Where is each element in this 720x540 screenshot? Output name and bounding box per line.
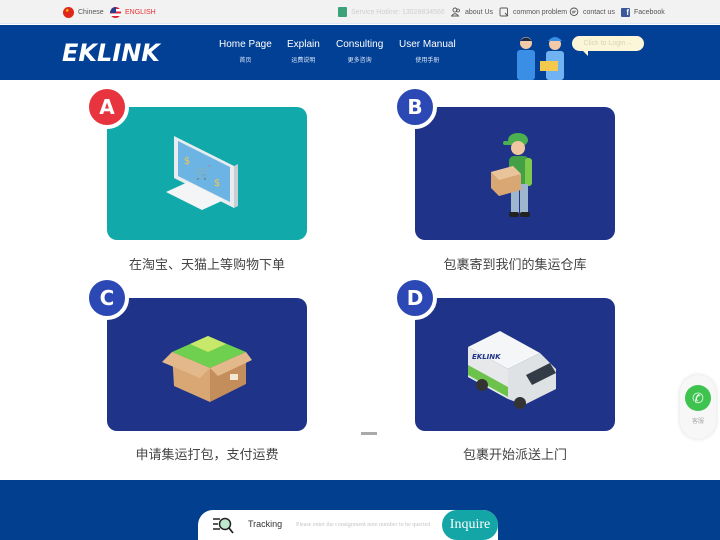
- us-flag-icon: [110, 6, 121, 18]
- header: EKLINK Home Page 首页 Explain 运费说明 Consult…: [0, 25, 720, 80]
- step-d-caption: 包裹开始派送上门: [462, 447, 567, 462]
- contact-us-label: contact us: [583, 8, 615, 16]
- nav-home-page-label: Home Page: [219, 39, 272, 50]
- facebook-label: Facebook: [634, 8, 665, 16]
- language-english[interactable]: ENGLISH: [110, 6, 156, 18]
- nav-consulting-sublabel: 更多咨询: [347, 58, 372, 64]
- facebook-link[interactable]: f Facebook: [621, 6, 665, 18]
- hotline-text: Service Hotline: 13028834566: [351, 8, 445, 16]
- tracking-label: Tracking: [248, 519, 283, 529]
- users-icon: [451, 7, 460, 17]
- svg-text:🛒: 🛒: [195, 165, 211, 181]
- nav-user-manual-label: User Manual: [399, 39, 456, 50]
- carousel-indicator[interactable]: [361, 432, 377, 435]
- nav-user-manual-sublabel: 使用手册: [415, 58, 440, 64]
- svg-text:$: $: [214, 178, 220, 189]
- question-doc-icon: [499, 7, 509, 17]
- eklink-logo[interactable]: EKLINK: [62, 39, 160, 67]
- phone-book-icon: [338, 7, 347, 17]
- svg-text:EKLINK: EKLINK: [472, 353, 501, 361]
- facebook-icon: f: [621, 7, 630, 17]
- nav-explain-sublabel: 运费说明: [291, 58, 316, 64]
- step-a-caption: 在淘宝、天猫上等购物下单: [128, 257, 285, 272]
- step-c-card: [107, 298, 307, 431]
- step-b-caption: 包裹寄到我们的集运仓库: [443, 257, 587, 272]
- whatsapp-label: 客服: [691, 419, 704, 425]
- about-us-link[interactable]: about Us: [451, 6, 493, 18]
- tracking-bar: Tracking Inquire: [198, 510, 498, 540]
- handshake-illustration-icon: [517, 37, 564, 80]
- common-problem-label: common problem: [513, 8, 568, 16]
- inquire-button[interactable]: Inquire: [442, 510, 498, 540]
- nav-user-manual[interactable]: User Manual 使用手册: [399, 39, 456, 64]
- nav-consulting-label: Consulting: [336, 39, 384, 50]
- whatsapp-service-button[interactable]: ✆ 客服: [680, 375, 716, 439]
- step-b-badge: B: [393, 85, 437, 129]
- nav-home-page-sublabel: 首页: [239, 58, 252, 64]
- common-problem-link[interactable]: common problem: [499, 6, 567, 18]
- about-us-label: about Us: [465, 8, 494, 16]
- contact-us-link[interactable]: contact us: [569, 6, 615, 18]
- tracking-search-icon: [213, 517, 234, 534]
- step-b-card: [415, 107, 615, 240]
- step-a-card: $ $ 🛒: [107, 107, 307, 240]
- delivery-van-icon: EKLINK: [468, 331, 556, 409]
- nav-consulting[interactable]: Consulting 更多咨询: [336, 39, 383, 64]
- step-c-caption: 申请集运打包，支付运费: [135, 447, 279, 462]
- service-hotline: Service Hotline: 13028834566: [338, 6, 445, 18]
- open-box-icon: [161, 336, 252, 402]
- tracking-section: Tracking Inquire: [0, 480, 720, 540]
- china-flag-icon: [63, 6, 74, 18]
- language-chinese[interactable]: Chinese: [63, 6, 104, 18]
- language-english-label: ENGLISH: [125, 8, 156, 16]
- nav-explain[interactable]: Explain 运费说明: [287, 39, 320, 64]
- step-a-badge: A: [85, 85, 129, 129]
- nav-explain-label: Explain: [287, 39, 320, 50]
- language-chinese-label: Chinese: [78, 8, 104, 16]
- step-d-badge: D: [393, 276, 437, 320]
- step-d-card: EKLINK: [415, 298, 615, 431]
- delivery-man-icon: [491, 133, 532, 217]
- tracking-number-input[interactable]: [296, 517, 446, 533]
- whatsapp-icon: ✆: [685, 385, 711, 411]
- step-c-badge: C: [85, 276, 129, 320]
- svg-text:$: $: [184, 156, 190, 167]
- top-bar: Chinese ENGLISH Service Hotline: 1302883…: [0, 0, 720, 24]
- nav-home-page[interactable]: Home Page 首页: [219, 39, 272, 64]
- computer-shopping-icon: $ $ 🛒: [166, 136, 238, 210]
- chat-icon: [569, 7, 579, 17]
- login-button[interactable]: Click to Login→: [572, 36, 644, 56]
